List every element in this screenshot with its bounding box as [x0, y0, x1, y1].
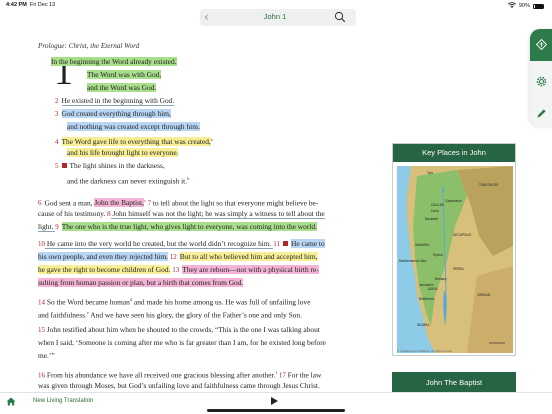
svg-text:Nazareth: Nazareth [425, 217, 438, 221]
verse-number: 13 [172, 266, 180, 274]
verse-number: 10 [38, 240, 45, 248]
poetry-line[interactable]: and nothing was created except through h… [67, 120, 200, 133]
svg-text:Tyre: Tyre [427, 171, 433, 175]
verse-number: 15 [38, 326, 45, 334]
prose-line[interactable]: 15 John testified about him when he shou… [38, 323, 320, 337]
back-chevron-icon[interactable]: ‹ [204, 10, 209, 24]
translation-selector[interactable]: New Living Translation [33, 398, 93, 404]
verse-number: 9 [55, 223, 59, 231]
map-caption: © Tyndale House Publishers. All rights r… [397, 350, 453, 353]
prose-line[interactable]: me.’” [38, 349, 55, 362]
battery-icon [533, 3, 544, 9]
poetry-line[interactable]: and the darkness can never extinguish it… [67, 172, 189, 187]
play-audio-icon[interactable] [271, 397, 278, 405]
note-flag-icon[interactable] [283, 241, 289, 246]
svg-text:Mediterranean Sea: Mediterranean Sea [399, 259, 426, 263]
verse-number: 3 [55, 110, 59, 118]
poetry-line[interactable]: In the beginning the Word already existe… [51, 55, 177, 68]
footnote-marker[interactable]: b [187, 176, 189, 181]
map-image: TRACONITIS GALILEE Capernaum SAMARIA Jer… [397, 166, 513, 353]
prose-line[interactable]: and faithfulness.e And we have seen his … [38, 306, 302, 321]
john-the-baptist-card[interactable]: John The Baptist [392, 372, 516, 394]
search-icon[interactable] [334, 11, 346, 23]
gear-icon[interactable] [536, 76, 547, 87]
svg-text:TRACONITIS: TRACONITIS [479, 183, 498, 187]
side-tab-header[interactable] [530, 29, 552, 61]
key-places-title: Key Places in John [393, 144, 515, 162]
svg-text:GALILEE: GALILEE [431, 203, 444, 207]
prose-line[interactable]: he gave the right to become children of … [38, 263, 319, 277]
poetry-line[interactable]: 2 He existed in the beginning with God. [55, 94, 175, 108]
toolbar: ‹ John 1 [0, 9, 552, 27]
svg-text:JORDAN: JORDAN [477, 293, 491, 297]
verse-number: 12 [169, 253, 177, 261]
bible-tree-icon [536, 39, 547, 50]
svg-text:PEREA: PEREA [453, 267, 465, 271]
verse-number: 5 [55, 162, 59, 170]
svg-text:DECAPOLIS: DECAPOLIS [453, 233, 471, 237]
prose-line[interactable]: 10 He came into the very world he create… [38, 237, 325, 251]
svg-text:Sychar: Sychar [433, 253, 444, 257]
svg-text:JUDEA: JUDEA [427, 287, 438, 291]
svg-text:Capernaum: Capernaum [445, 199, 462, 203]
verse-number: 4 [55, 138, 59, 147]
prose-line[interactable]: light. 9 The one who is the true light, w… [38, 220, 317, 234]
verse-number: 11 [273, 240, 281, 248]
prose-line[interactable]: his own people, and even they rejected h… [38, 250, 318, 264]
footnote-marker[interactable]: f [275, 370, 277, 375]
svg-text:Bethlehem: Bethlehem [419, 297, 435, 301]
poetry-line[interactable]: and the Word was God. [87, 81, 157, 94]
poetry-line[interactable]: and his life brought light to everyone. [67, 146, 179, 159]
map-illustration: TRACONITIS GALILEE Capernaum SAMARIA Jer… [397, 166, 513, 353]
prose-line[interactable]: was given through Moses, but God’s unfai… [38, 379, 320, 392]
poetry-line[interactable]: 5 The light shines in the darkness, [55, 159, 165, 173]
svg-text:SAMARIA: SAMARIA [415, 243, 430, 247]
note-flag-icon[interactable] [61, 163, 67, 168]
pencil-icon[interactable] [536, 108, 547, 119]
verse-number: 2 [55, 97, 59, 105]
passage-title-button[interactable]: John 1 [250, 12, 300, 21]
prose-line[interactable]: when I said, ‘Someone is coming after me… [38, 336, 326, 349]
prose-line[interactable]: cause of his testimony. 8 John himself w… [38, 207, 325, 221]
poetry-line[interactable]: The Word was with God, [87, 68, 162, 81]
side-tools-tab [530, 29, 552, 127]
prose-line[interactable]: sulting from human passion or plan, but … [38, 276, 244, 289]
key-places-card[interactable]: Key Places in John TRACONITIS GALILEE Ca… [392, 143, 516, 356]
svg-text:IDUMEA: IDUMEA [417, 323, 430, 327]
svg-text:Bethany: Bethany [435, 277, 447, 281]
svg-text:Cana: Cana [431, 209, 439, 213]
home-indicator [207, 409, 345, 412]
status-time: 4:42 PM Fri Dec 13 [6, 2, 56, 8]
footnote-marker[interactable]: a [211, 137, 213, 142]
poetry-line[interactable]: 3 God created everything through him, [55, 107, 171, 121]
home-icon[interactable] [6, 397, 16, 406]
